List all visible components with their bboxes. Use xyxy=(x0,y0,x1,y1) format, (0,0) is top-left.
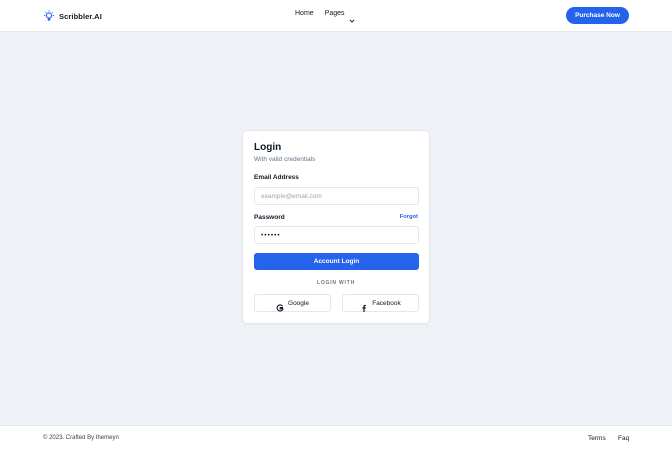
brand-logo[interactable]: Scribbler.AI xyxy=(43,9,102,23)
facebook-login-button[interactable]: Facebook xyxy=(342,294,419,312)
google-icon xyxy=(276,299,284,312)
login-subtitle: With valid credentials xyxy=(254,156,316,163)
password-field[interactable] xyxy=(254,226,419,244)
password-label: Password xyxy=(254,214,285,221)
copyright-text: © 2023. Crafted By themeyn xyxy=(43,435,119,441)
account-login-button[interactable]: Account Login xyxy=(254,253,419,270)
footer-faq-link[interactable]: Faq xyxy=(618,435,629,442)
brand-name: Scribbler.AI xyxy=(59,11,102,21)
login-title: Login xyxy=(254,142,282,153)
nav-pages-dropdown[interactable]: Pages xyxy=(324,10,355,23)
email-label: Email Address xyxy=(254,174,299,181)
facebook-icon xyxy=(360,299,368,312)
email-field[interactable] xyxy=(254,187,419,205)
google-login-button[interactable]: Google xyxy=(254,294,331,312)
nav-home[interactable]: Home xyxy=(295,10,314,17)
facebook-label: Facebook xyxy=(372,299,401,307)
lightbulb-icon xyxy=(43,9,55,23)
footer: © 2023. Crafted By themeyn Terms Faq xyxy=(0,425,672,451)
google-label: Google xyxy=(288,299,309,307)
login-card: Login With valid credentials Email Addre… xyxy=(242,130,430,324)
main-nav: Home Pages xyxy=(295,10,355,23)
purchase-now-button[interactable]: Purchase Now xyxy=(566,7,629,24)
footer-terms-link[interactable]: Terms xyxy=(588,435,606,442)
forgot-password-link[interactable]: Forgot xyxy=(400,214,418,220)
login-with-divider: LOGIN WITH xyxy=(317,280,355,286)
nav-pages-label: Pages xyxy=(324,10,345,17)
top-navbar: Scribbler.AI Home Pages Purchase Now xyxy=(0,0,672,32)
chevron-down-icon xyxy=(349,11,355,23)
